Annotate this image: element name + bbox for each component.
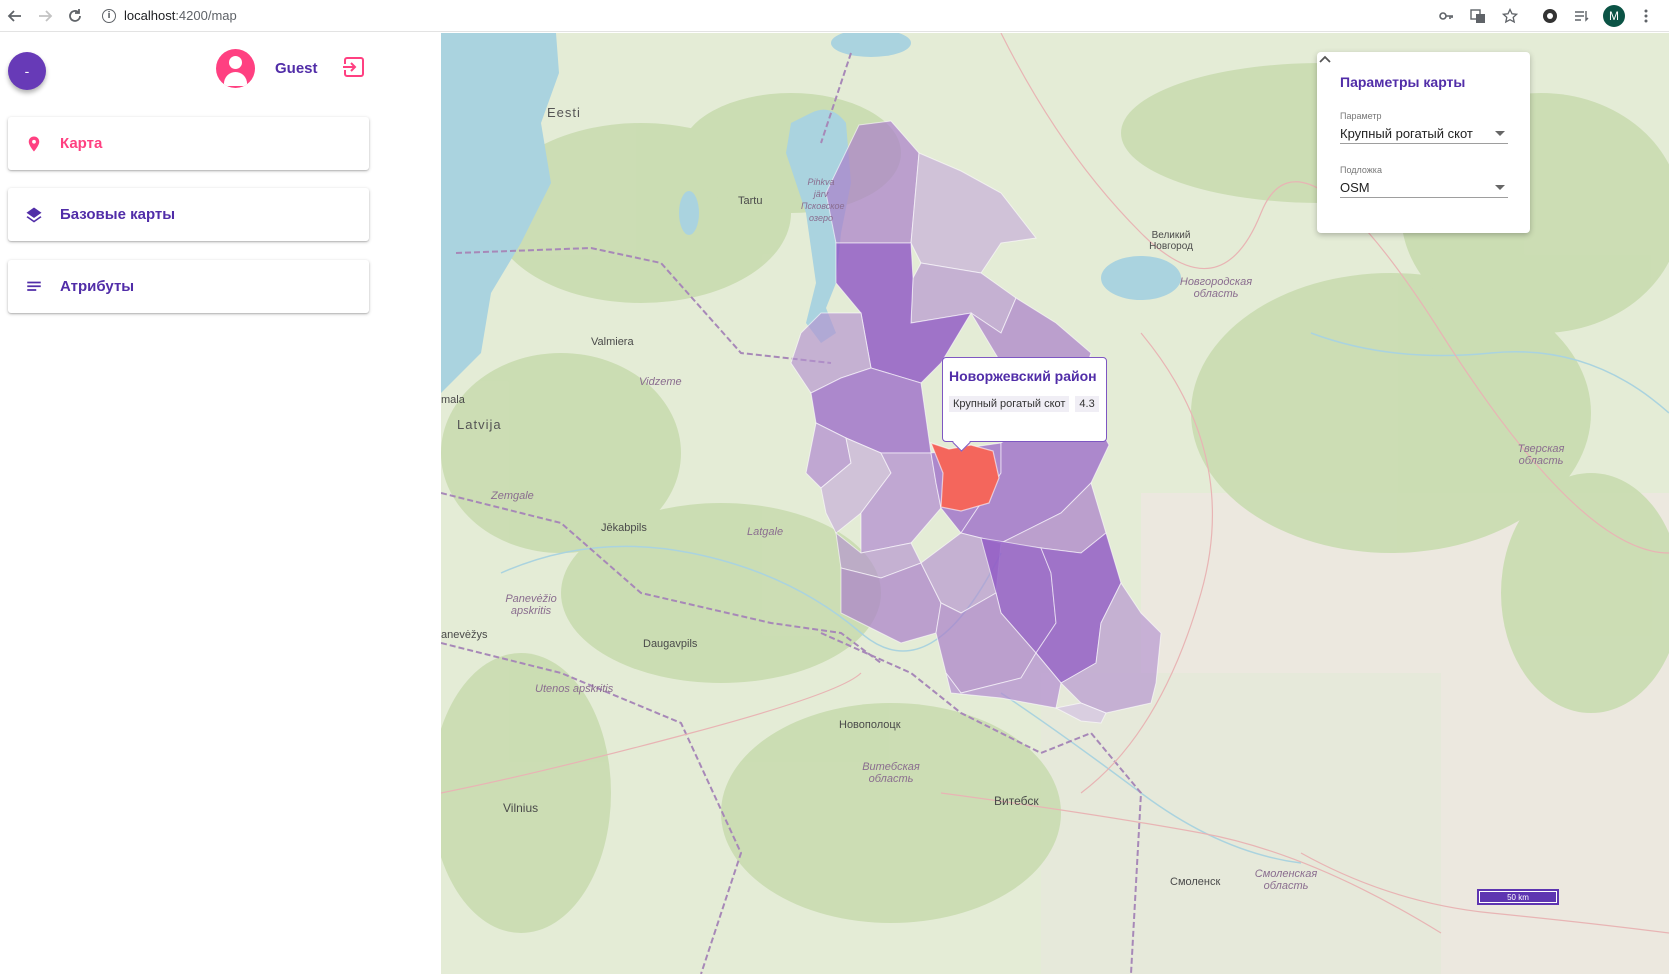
- tooltip-value: 4.3: [1075, 396, 1099, 412]
- map-label: Великий Новгород: [1149, 230, 1193, 252]
- address-bar[interactable]: i localhost:4200/map: [92, 3, 1322, 28]
- translate-icon[interactable]: [1463, 1, 1493, 31]
- basemap-value: OSM: [1340, 180, 1370, 195]
- basemap-label: Подложка: [1340, 165, 1382, 175]
- dropdown-arrow-icon: [1495, 131, 1505, 136]
- sidebar: - Guest Карта Базовые карты Атрибуты: [0, 33, 440, 974]
- extension-icon[interactable]: [1535, 1, 1565, 31]
- reload-icon[interactable]: [60, 1, 90, 31]
- star-icon[interactable]: [1495, 1, 1525, 31]
- url-host: localhost: [124, 8, 176, 23]
- info-icon[interactable]: i: [102, 8, 116, 23]
- map-label: Latvija: [457, 417, 502, 432]
- forward-icon[interactable]: [30, 1, 60, 31]
- map-canvas[interactable]: Eesti Tartu Valmiera Vidzeme Latvija Zem…: [441, 33, 1669, 974]
- sidebar-item-basemaps[interactable]: Базовые карты: [8, 188, 369, 241]
- back-icon[interactable]: [0, 1, 30, 31]
- panel-title: Параметры карты: [1340, 74, 1466, 90]
- dropdown-arrow-icon: [1495, 185, 1505, 190]
- scale-label: 50 km: [1480, 892, 1556, 902]
- map-label: Тверская область: [1517, 443, 1565, 467]
- map-label: Tartu: [738, 195, 763, 207]
- map-label: Eesti: [547, 105, 581, 120]
- map-label: Panevėžio apskritis: [505, 593, 557, 617]
- district-tooltip: Новоржевский район Крупный рогатый скот …: [942, 357, 1107, 442]
- profile-avatar[interactable]: M: [1599, 1, 1629, 31]
- layers-icon: [8, 206, 60, 224]
- map-label: Смоленская область: [1254, 868, 1318, 892]
- map-label: Витебская область: [862, 761, 920, 785]
- map-label: Новгородская область: [1179, 276, 1253, 300]
- user-info: Guest: [216, 49, 318, 88]
- map-label: Latgale: [747, 526, 784, 538]
- basemap-select[interactable]: Подложка OSM: [1340, 165, 1508, 198]
- sidebar-item-map[interactable]: Карта: [8, 117, 369, 170]
- map-pin-icon: [8, 135, 60, 153]
- parameter-select[interactable]: Параметр Крупный рогатый скот: [1340, 111, 1508, 144]
- profile-initial: M: [1603, 5, 1625, 27]
- more-vert-icon[interactable]: [1631, 1, 1661, 31]
- chevron-up-icon[interactable]: [1317, 52, 1333, 68]
- list-icon: [8, 278, 60, 296]
- map-label: mala: [441, 394, 465, 406]
- map-label: Daugavpils: [643, 638, 698, 650]
- key-icon[interactable]: [1431, 1, 1461, 31]
- map-label: Vilnius: [503, 801, 539, 815]
- map-label: Витебск: [994, 794, 1039, 808]
- sidebar-item-label: Базовые карты: [60, 206, 176, 223]
- scale-bar: 50 km: [1477, 889, 1559, 905]
- browser-toolbar: i localhost:4200/map M: [0, 0, 1669, 32]
- map-label: Utenos apskritis: [535, 683, 614, 695]
- menu-toggle-button[interactable]: -: [8, 52, 46, 90]
- map-label: Zemgale: [491, 490, 534, 502]
- map-settings-panel: Параметры карты Параметр Крупный рогатый…: [1317, 52, 1530, 233]
- map-label: Vidzeme: [639, 376, 682, 388]
- map-label: Valmiera: [591, 336, 634, 348]
- map-label: Смоленск: [1170, 876, 1221, 888]
- tooltip-title: Новоржевский район: [949, 368, 1097, 384]
- sidebar-item-label: Атрибуты: [60, 278, 135, 295]
- map-label: Новополоцк: [839, 719, 901, 731]
- reading-list-icon[interactable]: [1567, 1, 1597, 31]
- map-label: anevėžys: [441, 629, 488, 641]
- user-name: Guest: [275, 60, 318, 77]
- tooltip-attribute: Крупный рогатый скот: [949, 396, 1070, 412]
- sidebar-item-label: Карта: [60, 135, 103, 152]
- user-avatar-icon[interactable]: [216, 49, 255, 88]
- logout-icon[interactable]: [342, 55, 366, 79]
- map-label: Pihkva järv Псковское озеро: [801, 177, 845, 223]
- parameter-label: Параметр: [1340, 111, 1382, 121]
- parameter-value: Крупный рогатый скот: [1340, 126, 1473, 141]
- url-path: :4200/map: [175, 8, 237, 23]
- map-label: Jēkabpils: [601, 522, 647, 534]
- sidebar-item-attributes[interactable]: Атрибуты: [8, 260, 369, 313]
